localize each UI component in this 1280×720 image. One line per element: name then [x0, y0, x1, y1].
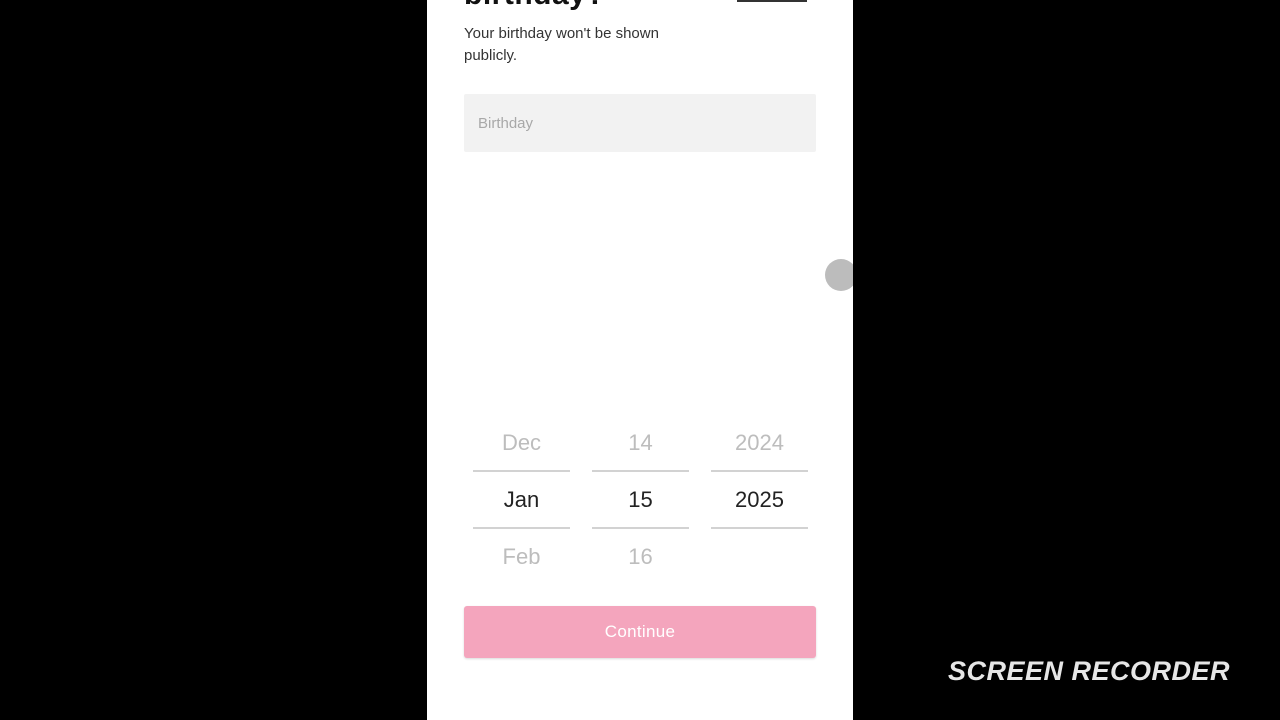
month-option-below[interactable]: Feb: [473, 529, 570, 584]
privacy-note: Your birthday won't be shown publicly.: [464, 25, 659, 64]
year-selected[interactable]: 2025: [711, 472, 808, 527]
page-title: birthday?: [464, 0, 605, 12]
birthday-field[interactable]: Birthday: [464, 94, 816, 152]
floating-bubble-icon[interactable]: [825, 259, 853, 291]
day-option-above[interactable]: 14: [592, 415, 689, 470]
day-picker[interactable]: 14 15 16: [592, 415, 689, 584]
day-option-below[interactable]: 16: [592, 529, 689, 584]
year-picker[interactable]: 2024 2025: [711, 415, 808, 584]
year-option-below[interactable]: [711, 529, 808, 584]
month-picker[interactable]: Dec Jan Feb: [473, 415, 570, 584]
day-selected[interactable]: 15: [592, 472, 689, 527]
birthday-field-placeholder: Birthday: [478, 114, 534, 132]
continue-button[interactable]: Continue: [464, 606, 816, 658]
year-option-above[interactable]: 2024: [711, 415, 808, 470]
screen-recording-frame: birthday? Your birthday won't be shown p…: [0, 0, 1280, 720]
screen-recorder-watermark: SCREEN RECORDER: [948, 656, 1231, 686]
month-option-above[interactable]: Dec: [473, 415, 570, 470]
phone-screen: birthday? Your birthday won't be shown p…: [427, 0, 853, 720]
month-selected[interactable]: Jan: [473, 472, 570, 527]
top-divider: [737, 0, 807, 2]
continue-button-label: Continue: [604, 622, 676, 641]
